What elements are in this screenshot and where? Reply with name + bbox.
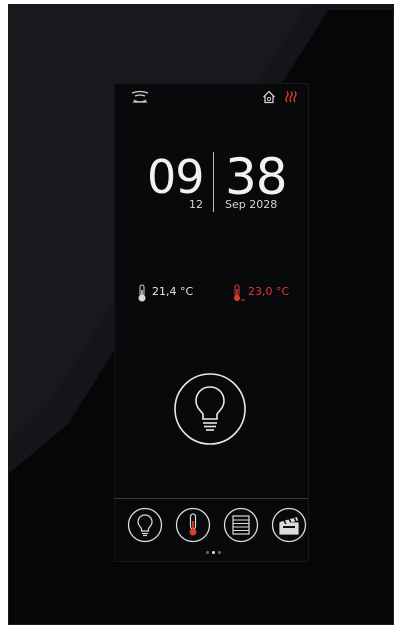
clock-widget: 09 38 12 Sep 2028 bbox=[115, 148, 308, 218]
nav-blinds-button[interactable] bbox=[223, 507, 259, 543]
thermometer-icon bbox=[189, 513, 197, 536]
nav-separator bbox=[115, 498, 308, 499]
heating-icon[interactable] bbox=[284, 90, 298, 104]
thermometer-setpoint-icon bbox=[234, 284, 245, 301]
clock-hours: 09 bbox=[147, 150, 205, 204]
clock-minutes: 38 bbox=[225, 148, 288, 206]
page-dot-1[interactable] bbox=[206, 551, 209, 554]
clock-divider bbox=[213, 152, 214, 212]
nav-scenes-button[interactable] bbox=[271, 507, 307, 543]
page-dot-3[interactable] bbox=[218, 551, 221, 554]
blinds-icon bbox=[232, 515, 250, 535]
light-toggle-button[interactable] bbox=[172, 371, 248, 447]
indoor-temperature-value: 21,4 °C bbox=[152, 285, 194, 298]
page-dot-2[interactable] bbox=[212, 551, 215, 554]
nav-light-button[interactable] bbox=[127, 507, 163, 543]
light-bulb-icon bbox=[195, 386, 225, 431]
scene-clapper-icon bbox=[279, 517, 299, 535]
wall-panel-device: 09 38 12 Sep 2028 21,4 °C 23,0 °C bbox=[8, 4, 394, 625]
setpoint-temperature-value: 23,0 °C bbox=[248, 285, 290, 298]
bottom-navigation bbox=[115, 507, 308, 543]
date-day: 12 bbox=[189, 198, 203, 211]
home-icon[interactable] bbox=[262, 90, 276, 104]
date-month-year: Sep 2028 bbox=[225, 198, 278, 211]
nav-climate-button[interactable] bbox=[175, 507, 211, 543]
page-indicator bbox=[115, 551, 308, 555]
light-bulb-icon bbox=[137, 514, 153, 537]
signal-waves-icon[interactable] bbox=[130, 90, 150, 104]
setpoint-temperature[interactable]: 23,0 °C bbox=[232, 284, 289, 306]
touch-screen: 09 38 12 Sep 2028 21,4 °C 23,0 °C bbox=[114, 83, 309, 562]
indoor-temperature[interactable]: 21,4 °C bbox=[136, 284, 193, 306]
thermometer-icon bbox=[138, 284, 146, 302]
status-bar bbox=[115, 84, 308, 110]
